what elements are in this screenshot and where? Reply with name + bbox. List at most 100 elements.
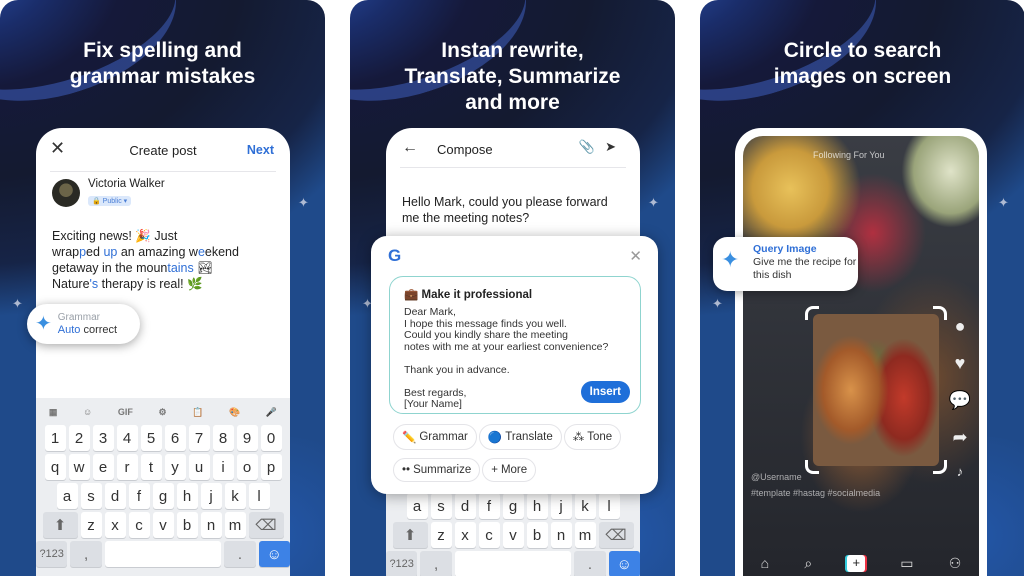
key-w[interactable]: w [68, 454, 90, 480]
attach-icon[interactable]: 📎 [579, 139, 605, 154]
chip-tone[interactable]: ⁂ Tone [563, 424, 622, 450]
back-arrow-icon[interactable]: ← [402, 139, 418, 157]
key-n[interactable]: n [550, 522, 572, 548]
key-4[interactable]: 4 [116, 425, 138, 451]
toolbar-icon[interactable]: ⚙ [158, 407, 166, 418]
key-g[interactable]: g [502, 493, 524, 519]
key-f[interactable]: f [128, 483, 150, 509]
key-m[interactable]: m [574, 522, 596, 548]
key-m[interactable]: m [224, 512, 246, 538]
toolbar-icon[interactable]: GIF [118, 407, 133, 417]
key-y[interactable]: y [164, 454, 186, 480]
selection-handle[interactable] [933, 460, 947, 474]
key-o[interactable]: o [236, 454, 258, 480]
key-i[interactable]: i [212, 454, 234, 480]
comma-key[interactable]: , [420, 551, 452, 576]
period-key[interactable]: . [574, 551, 606, 576]
key-h[interactable]: h [526, 493, 548, 519]
profile-nav-icon[interactable]: ⚇ [949, 555, 962, 572]
key-h[interactable]: h [176, 483, 198, 509]
selection-handle[interactable] [933, 306, 947, 320]
send-icon[interactable]: ➤ [605, 139, 626, 154]
chip-translate[interactable]: 🔵 Translate [478, 424, 562, 450]
key-r[interactable]: r [116, 454, 138, 480]
chip-grammar[interactable]: ✏️ Grammar [393, 424, 477, 450]
key-n[interactable]: n [200, 512, 222, 538]
key-7[interactable]: 7 [188, 425, 210, 451]
key-2[interactable]: 2 [68, 425, 90, 451]
shift-key[interactable]: ⬆ [42, 512, 78, 538]
key-0[interactable]: 0 [260, 425, 282, 451]
create-icon[interactable]: + [847, 555, 866, 572]
key-1[interactable]: 1 [44, 425, 66, 451]
key-v[interactable]: v [502, 522, 524, 548]
feed-tabs[interactable]: Following For You [813, 150, 885, 160]
toolbar-icon[interactable]: ▦ [49, 407, 58, 418]
profile-icon[interactable]: ● [955, 316, 966, 337]
key-b[interactable]: b [176, 512, 198, 538]
key-a[interactable]: a [56, 483, 78, 509]
audience-selector[interactable]: 🔒 Public ▾ [88, 196, 132, 206]
spacebar[interactable] [454, 551, 572, 576]
comment-icon[interactable]: 💬 [949, 390, 971, 411]
key-x[interactable]: x [454, 522, 476, 548]
key-9[interactable]: 9 [236, 425, 258, 451]
inbox-icon[interactable]: ▭ [900, 555, 913, 572]
toolbar-icon[interactable]: 🎤 [266, 407, 277, 418]
key-u[interactable]: u [188, 454, 210, 480]
symbols-key[interactable]: ?123 [36, 541, 68, 567]
backspace-key[interactable]: ⌫ [598, 522, 634, 548]
key-8[interactable]: 8 [212, 425, 234, 451]
key-s[interactable]: s [80, 483, 102, 509]
post-text-input[interactable]: Exciting news! 🎉 Just wrapped up an amazi… [52, 228, 280, 292]
emoji-key[interactable]: ☺ [608, 551, 640, 576]
key-e[interactable]: e [92, 454, 114, 480]
key-p[interactable]: p [260, 454, 282, 480]
chip-summarize[interactable]: •• Summarize [393, 458, 481, 482]
backspace-key[interactable]: ⌫ [248, 512, 284, 538]
insert-button[interactable]: Insert [580, 381, 630, 403]
key-f[interactable]: f [478, 493, 500, 519]
key-g[interactable]: g [152, 483, 174, 509]
home-icon[interactable]: ⌂ [761, 555, 769, 572]
selection-handle[interactable] [805, 306, 819, 320]
query-image-card[interactable]: ✦ Query Image Give me the recipe for thi… [713, 237, 858, 291]
key-s[interactable]: s [430, 493, 452, 519]
key-j[interactable]: j [550, 493, 572, 519]
chip-more[interactable]: + More [482, 458, 537, 482]
key-l[interactable]: l [598, 493, 620, 519]
share-icon[interactable]: ➦ [952, 427, 967, 448]
key-z[interactable]: z [430, 522, 452, 548]
key-t[interactable]: t [140, 454, 162, 480]
toolbar-icon[interactable]: 🎨 [229, 407, 240, 418]
next-button[interactable]: Next [247, 143, 274, 157]
toolbar-icon[interactable]: ☺ [83, 407, 92, 417]
close-icon[interactable]: ✕ [629, 247, 642, 265]
search-icon[interactable]: ⌕ [804, 555, 812, 572]
key-k[interactable]: k [224, 483, 246, 509]
key-5[interactable]: 5 [140, 425, 162, 451]
key-k[interactable]: k [574, 493, 596, 519]
selection-handle[interactable] [805, 460, 819, 474]
key-a[interactable]: a [406, 493, 428, 519]
heart-icon[interactable]: ♥ [955, 353, 966, 374]
hashtags[interactable]: #template #hastag #socialmedia [751, 488, 880, 498]
key-q[interactable]: q [44, 454, 66, 480]
symbols-key[interactable]: ?123 [386, 551, 418, 576]
spacebar[interactable] [104, 541, 222, 567]
key-6[interactable]: 6 [164, 425, 186, 451]
key-3[interactable]: 3 [92, 425, 114, 451]
username[interactable]: @Username [751, 472, 802, 482]
key-b[interactable]: b [526, 522, 548, 548]
toolbar-icon[interactable]: 📋 [192, 407, 203, 418]
key-x[interactable]: x [104, 512, 126, 538]
key-c[interactable]: c [128, 512, 150, 538]
shift-key[interactable]: ⬆ [392, 522, 428, 548]
comma-key[interactable]: , [70, 541, 102, 567]
selected-image-region[interactable] [813, 314, 939, 466]
key-l[interactable]: l [248, 483, 270, 509]
key-v[interactable]: v [152, 512, 174, 538]
key-d[interactable]: d [104, 483, 126, 509]
key-d[interactable]: d [454, 493, 476, 519]
key-c[interactable]: c [478, 522, 500, 548]
